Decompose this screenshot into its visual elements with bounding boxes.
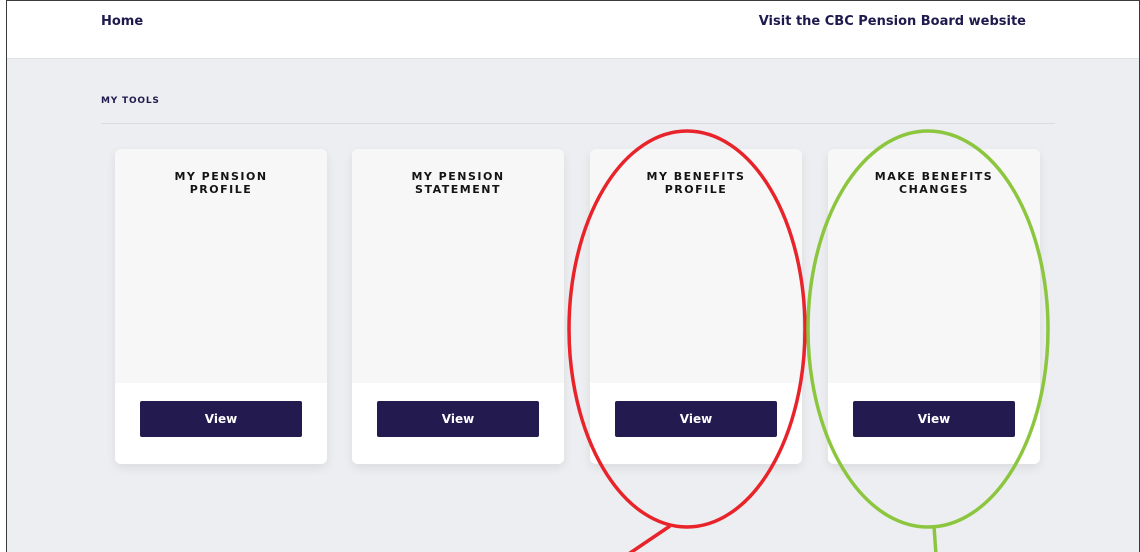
view-button-my-benefits-profile[interactable]: View	[615, 401, 777, 437]
section-title: MY TOOLS	[101, 96, 160, 106]
nav-home-link[interactable]: Home	[101, 14, 143, 29]
card-title: MAKE BENEFITS CHANGES	[874, 170, 994, 196]
section-divider	[101, 123, 1055, 124]
card-footer: View	[828, 383, 1040, 464]
card-title: MY BENEFITS PROFILE	[646, 170, 746, 196]
view-button-my-pension-profile[interactable]: View	[140, 401, 302, 437]
top-navigation: Home Visit the CBC Pension Board website	[7, 1, 1139, 59]
card-footer: View	[590, 383, 802, 464]
view-button-make-benefits-changes[interactable]: View	[853, 401, 1015, 437]
card-my-benefits-profile: MY BENEFITS PROFILE View	[590, 149, 802, 464]
card-my-pension-statement: MY PENSION STATEMENT View	[352, 149, 564, 464]
page-frame: Home Visit the CBC Pension Board website…	[6, 0, 1140, 552]
nav-visit-website-link[interactable]: Visit the CBC Pension Board website	[759, 14, 1026, 29]
card-footer: View	[352, 383, 564, 464]
view-button-my-pension-statement[interactable]: View	[377, 401, 539, 437]
card-make-benefits-changes: MAKE BENEFITS CHANGES View	[828, 149, 1040, 464]
card-title: MY PENSION PROFILE	[174, 170, 268, 196]
card-my-pension-profile: MY PENSION PROFILE View	[115, 149, 327, 464]
card-title: MY PENSION STATEMENT	[411, 170, 505, 196]
card-footer: View	[115, 383, 327, 464]
